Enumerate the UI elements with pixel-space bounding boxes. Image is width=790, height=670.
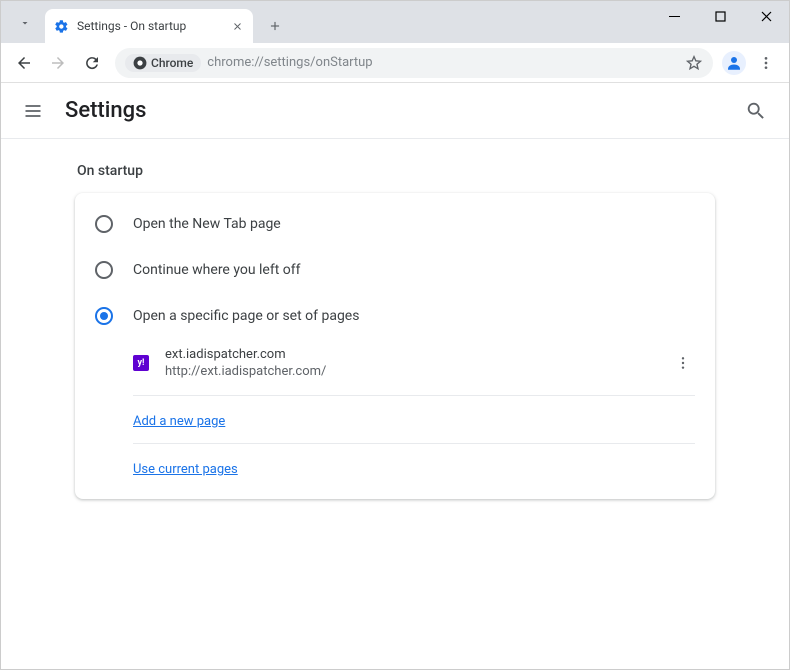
radio-label: Continue where you left off <box>133 262 301 278</box>
chrome-site-chip[interactable]: Chrome <box>125 54 201 72</box>
add-new-page-link[interactable]: Add a new page <box>133 396 695 444</box>
minimize-button[interactable] <box>651 1 697 31</box>
bookmark-star-icon[interactable] <box>685 54 703 72</box>
url-text: chrome://settings/onStartup <box>207 55 679 70</box>
use-current-pages-link[interactable]: Use current pages <box>133 444 695 491</box>
startup-card: Open the New Tab page Continue where you… <box>75 193 715 499</box>
radio-open-new-tab[interactable]: Open the New Tab page <box>75 201 715 247</box>
reload-button[interactable] <box>75 46 109 80</box>
chrome-icon <box>133 56 147 70</box>
forward-button[interactable] <box>41 46 75 80</box>
browser-tab[interactable]: Settings - On startup <box>45 9 253 43</box>
radio-icon <box>95 307 113 325</box>
address-bar[interactable]: Chrome chrome://settings/onStartup <box>115 48 713 78</box>
window-controls <box>651 1 789 31</box>
page-title: Settings <box>65 98 146 123</box>
back-button[interactable] <box>7 46 41 80</box>
radio-icon <box>95 261 113 279</box>
search-settings-button[interactable] <box>745 100 767 122</box>
new-tab-button[interactable] <box>261 12 289 40</box>
yahoo-favicon-icon: y! <box>133 355 149 371</box>
window-titlebar: Settings - On startup <box>1 1 789 43</box>
profile-button[interactable] <box>719 48 749 78</box>
section-title: On startup <box>75 163 715 179</box>
hamburger-menu-icon[interactable] <box>23 101 47 121</box>
radio-label: Open a specific page or set of pages <box>133 308 359 324</box>
radio-continue[interactable]: Continue where you left off <box>75 247 715 293</box>
link-label: Use current pages <box>133 462 238 477</box>
close-tab-icon[interactable] <box>229 18 245 34</box>
avatar-icon <box>722 51 746 75</box>
tab-search-dropdown[interactable] <box>9 7 41 39</box>
settings-content: On startup Open the New Tab page Continu… <box>1 139 789 523</box>
link-label: Add a new page <box>133 414 225 429</box>
gear-icon <box>53 18 69 34</box>
maximize-button[interactable] <box>697 1 743 31</box>
chrome-menu-button[interactable] <box>749 46 783 80</box>
close-window-button[interactable] <box>743 1 789 31</box>
startup-page-row: y! ext.iadispatcher.com http://ext.iadis… <box>133 339 695 396</box>
page-more-actions-button[interactable] <box>671 355 695 371</box>
startup-page-url: http://ext.iadispatcher.com/ <box>165 364 671 379</box>
radio-icon <box>95 215 113 233</box>
startup-pages-list: y! ext.iadispatcher.com http://ext.iadis… <box>75 339 715 491</box>
settings-header: Settings <box>1 83 789 139</box>
radio-label: Open the New Tab page <box>133 216 281 232</box>
browser-toolbar: Chrome chrome://settings/onStartup <box>1 43 789 83</box>
startup-page-title: ext.iadispatcher.com <box>165 347 671 362</box>
tab-title: Settings - On startup <box>77 19 229 33</box>
chrome-chip-label: Chrome <box>151 56 193 70</box>
radio-specific-pages[interactable]: Open a specific page or set of pages <box>75 293 715 339</box>
